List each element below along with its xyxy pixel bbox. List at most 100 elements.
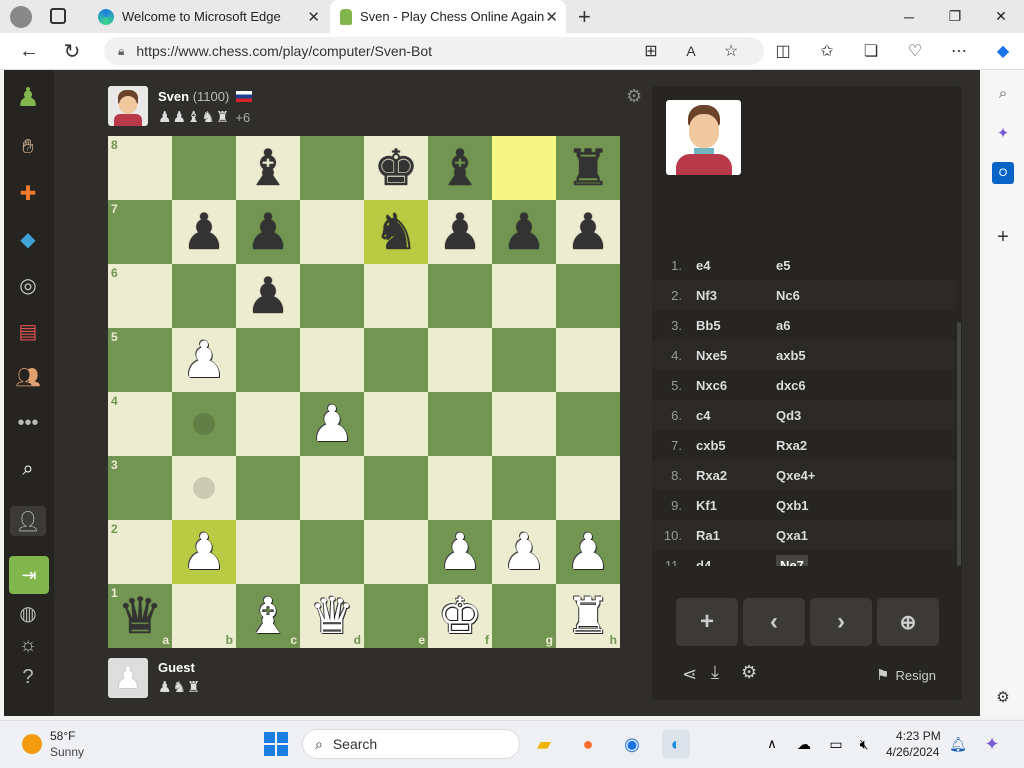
square-d8[interactable] (300, 136, 364, 200)
white-piece[interactable]: ♟ (182, 527, 227, 577)
chess-board[interactable]: 8 ♝ ♚ ♝ ♜ 7 ♟ ♟ ♞ ♟ ♟ ♟ 6 ♟ 5 ♟ 4 ♟ 3 2 ♟ ♟ ♟ ♟ 1 a ♛ b c ♝ d ♛ e f ♚ g h ♜ (108, 136, 620, 648)
square-e5[interactable] (364, 328, 428, 392)
square-d4[interactable]: ♟ (300, 392, 364, 456)
black-piece[interactable]: ♟ (246, 271, 291, 321)
tab-welcome[interactable]: Welcome to Microsoft Edge ✕ (88, 0, 328, 33)
black-piece[interactable]: ♞ (374, 207, 419, 257)
favorite-star-icon[interactable]: ☆ (716, 36, 746, 66)
square-c7[interactable]: ♟ (236, 200, 300, 264)
square-e6[interactable] (364, 264, 428, 328)
square-h4[interactable] (556, 392, 620, 456)
square-h5[interactable] (556, 328, 620, 392)
close-tab-icon[interactable]: ✕ (307, 8, 320, 26)
square-b5[interactable]: ♟ (172, 328, 236, 392)
opponent-avatar[interactable] (108, 86, 148, 126)
square-d2[interactable] (300, 520, 364, 584)
play-icon[interactable]: ✋︎ (13, 132, 43, 162)
firefox-icon[interactable]: ● (574, 730, 602, 758)
add-sidebar-icon[interactable]: + (992, 226, 1014, 248)
square-b3[interactable] (172, 456, 236, 520)
puzzles-icon[interactable]: ✚ (13, 178, 43, 208)
square-g7[interactable]: ♟ (492, 200, 556, 264)
square-a1[interactable]: 1 a ♛ (108, 584, 172, 648)
square-g1[interactable]: g (492, 584, 556, 648)
square-g4[interactable] (492, 392, 556, 456)
square-e2[interactable] (364, 520, 428, 584)
app-available-icon[interactable]: ⊞ (636, 36, 666, 66)
black-move[interactable]: axb5 (776, 348, 856, 363)
black-piece[interactable]: ♚ (374, 143, 419, 193)
watch-icon[interactable]: ◎ (13, 270, 43, 300)
black-move[interactable]: dxc6 (776, 378, 856, 393)
square-a4[interactable]: 4 (108, 392, 172, 456)
square-b4[interactable] (172, 392, 236, 456)
weather-icon[interactable] (22, 734, 42, 754)
white-move[interactable]: d4 (696, 558, 776, 567)
minimize-button[interactable]: ─ (886, 0, 932, 33)
square-h2[interactable]: ♟ (556, 520, 620, 584)
square-c8[interactable]: ♝ (236, 136, 300, 200)
black-piece[interactable]: ♝ (246, 143, 291, 193)
white-move[interactable]: Bb5 (696, 318, 776, 333)
back-icon[interactable]: ← (14, 36, 44, 66)
square-e4[interactable] (364, 392, 428, 456)
black-move[interactable]: a6 (776, 318, 856, 333)
square-c5[interactable] (236, 328, 300, 392)
square-g5[interactable] (492, 328, 556, 392)
new-tab-button[interactable]: + (578, 4, 591, 30)
login-button[interactable]: ⇥ (9, 556, 49, 594)
game-settings-icon[interactable]: ⚙ (741, 662, 757, 683)
profile-icon[interactable] (10, 6, 32, 28)
white-piece[interactable]: ♟ (438, 527, 483, 577)
display-icon[interactable]: ▭ (822, 730, 850, 758)
white-piece[interactable]: ♛ (310, 591, 355, 641)
square-b2[interactable]: ♟ (172, 520, 236, 584)
black-move[interactable]: Qd3 (776, 408, 856, 423)
square-b8[interactable] (172, 136, 236, 200)
outlook-icon[interactable]: O (992, 162, 1014, 184)
square-g3[interactable] (492, 456, 556, 520)
black-move[interactable]: Nc6 (776, 288, 856, 303)
edge-taskbar-icon[interactable]: ◐ (662, 730, 690, 758)
social-icon[interactable]: 👥︎ (13, 362, 43, 392)
black-piece[interactable]: ♝ (438, 143, 483, 193)
current-move[interactable]: Ne7 (776, 554, 856, 566)
white-move[interactable]: Nf3 (696, 288, 776, 303)
next-move-button[interactable]: › (810, 598, 872, 646)
news-icon[interactable]: ▤ (13, 316, 43, 346)
square-e7[interactable]: ♞ (364, 200, 428, 264)
tab-chess[interactable]: Sven - Play Chess Online Against ✕ (330, 0, 566, 33)
square-h8[interactable]: ♜ (556, 136, 620, 200)
square-f2[interactable]: ♟ (428, 520, 492, 584)
square-d7[interactable] (300, 200, 364, 264)
square-a5[interactable]: 5 (108, 328, 172, 392)
square-f4[interactable] (428, 392, 492, 456)
more-menu-icon[interactable]: ⋯ (944, 36, 974, 66)
favorites-icon[interactable]: ✩ (812, 36, 842, 66)
square-f7[interactable]: ♟ (428, 200, 492, 264)
white-move[interactable]: Nxe5 (696, 348, 776, 363)
split-screen-icon[interactable]: ◫ (768, 36, 798, 66)
start-button[interactable] (264, 732, 288, 756)
sidebar-settings-icon[interactable]: ⚙ (992, 686, 1014, 708)
square-h6[interactable] (556, 264, 620, 328)
copilot-icon[interactable]: ◆ (988, 36, 1018, 66)
analysis-zoom-button[interactable]: ⊕ (877, 598, 939, 646)
more-icon[interactable]: ••• (13, 408, 43, 438)
move-list-scrollbar[interactable] (957, 322, 961, 566)
download-icon[interactable]: ⤓ (711, 662, 719, 683)
square-f3[interactable] (428, 456, 492, 520)
white-move[interactable]: Kf1 (696, 498, 776, 513)
black-move[interactable]: Qxa1 (776, 528, 856, 543)
white-piece[interactable]: ♚ (438, 591, 483, 641)
chess-logo-icon[interactable]: ♟ (13, 82, 43, 112)
refresh-icon[interactable]: ↻ (57, 36, 87, 66)
volume-icon[interactable]: 🔇︎ (850, 730, 878, 758)
square-h7[interactable]: ♟ (556, 200, 620, 264)
black-move[interactable]: Rxa2 (776, 438, 856, 453)
black-move[interactable]: e5 (776, 258, 856, 273)
network-icon[interactable]: ☁ (790, 730, 818, 758)
chrome-icon[interactable]: ◉ (618, 730, 646, 758)
square-a6[interactable]: 6 (108, 264, 172, 328)
share-icon[interactable]: ⋖ (682, 664, 697, 685)
